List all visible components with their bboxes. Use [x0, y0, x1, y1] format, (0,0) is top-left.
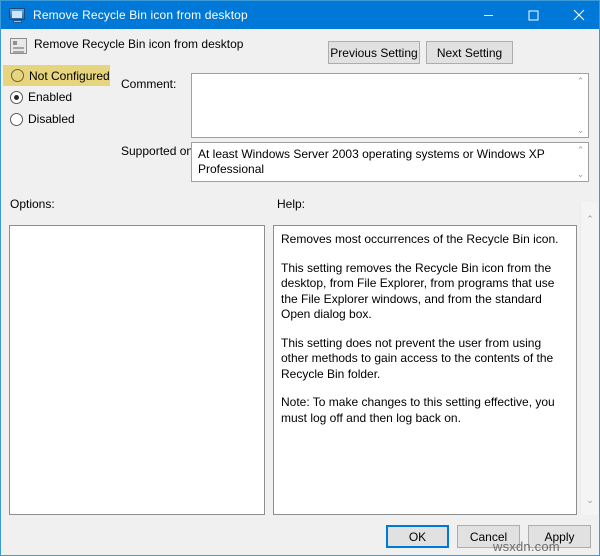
radio-not-configured-label: Not Configured — [29, 68, 110, 83]
radio-disabled-label: Disabled — [28, 112, 75, 126]
window-icon — [9, 7, 26, 23]
help-paragraph: Note: To make changes to this setting ef… — [281, 395, 555, 425]
comment-label: Comment: — [121, 77, 177, 91]
scroll-up-icon[interactable]: ⌃ — [577, 77, 585, 86]
help-label: Help: — [277, 197, 306, 211]
comment-scrollbar[interactable]: ⌃ ⌄ — [572, 74, 588, 137]
group-policy-setting-window: Remove Recycle Bin icon from desktop Rem… — [0, 0, 600, 556]
radio-enabled-label: Enabled — [28, 90, 73, 104]
radio-disabled[interactable]: Disabled — [2, 108, 184, 130]
dialog-scrollbar[interactable]: ⌃ ⌄ — [580, 202, 598, 515]
help-panel: Removes most occurrences of the Recycle … — [273, 225, 577, 515]
close-button[interactable] — [556, 1, 599, 29]
radio-not-configured-mark — [11, 69, 24, 82]
maximize-button[interactable] — [511, 1, 556, 29]
radio-not-configured[interactable]: Not Configured — [3, 65, 110, 86]
titlebar: Remove Recycle Bin icon from desktop — [1, 1, 599, 29]
setting-state-radio-group: Not Configured Enabled Disabled — [2, 65, 184, 130]
scroll-down-icon[interactable]: ⌄ — [577, 126, 585, 135]
supported-on-value: At least Windows Server 2003 operating s… — [198, 147, 545, 176]
radio-enabled-mark — [10, 90, 23, 104]
minimize-button[interactable] — [466, 1, 511, 29]
comment-textbox[interactable]: ⌃ ⌄ — [191, 73, 589, 138]
supported-on-scrollbar[interactable]: ⌃ ⌄ — [572, 143, 588, 181]
supported-on-textbox[interactable]: At least Windows Server 2003 operating s… — [191, 142, 589, 182]
radio-disabled-mark — [10, 112, 23, 126]
help-paragraph: This setting removes the Recycle Bin ico… — [281, 260, 555, 322]
scroll-up-icon[interactable]: ⌃ — [577, 146, 585, 155]
scroll-down-icon[interactable]: ⌄ — [581, 495, 599, 505]
options-panel-content — [10, 226, 264, 238]
previous-setting-button[interactable]: Previous Setting — [328, 41, 420, 64]
setting-title: Remove Recycle Bin icon from desktop — [34, 37, 244, 51]
watermark: wsxdn.com — [493, 539, 560, 554]
ok-button[interactable]: OK — [386, 525, 449, 548]
scroll-up-icon[interactable]: ⌃ — [581, 214, 599, 224]
next-setting-button[interactable]: Next Setting — [426, 41, 513, 64]
comment-input[interactable] — [192, 74, 572, 137]
help-panel-content: Removes most occurrences of the Recycle … — [274, 226, 576, 432]
options-panel[interactable] — [9, 225, 265, 515]
help-paragraph: Removes most occurrences of the Recycle … — [281, 232, 559, 246]
scroll-down-icon[interactable]: ⌄ — [577, 170, 585, 179]
window-title: Remove Recycle Bin icon from desktop — [33, 8, 248, 22]
supported-on-label: Supported on: — [121, 144, 197, 158]
window-controls — [466, 1, 599, 29]
help-paragraph: This setting does not prevent the user f… — [281, 335, 554, 381]
options-label: Options: — [10, 197, 55, 211]
policy-setting-icon — [10, 38, 27, 54]
